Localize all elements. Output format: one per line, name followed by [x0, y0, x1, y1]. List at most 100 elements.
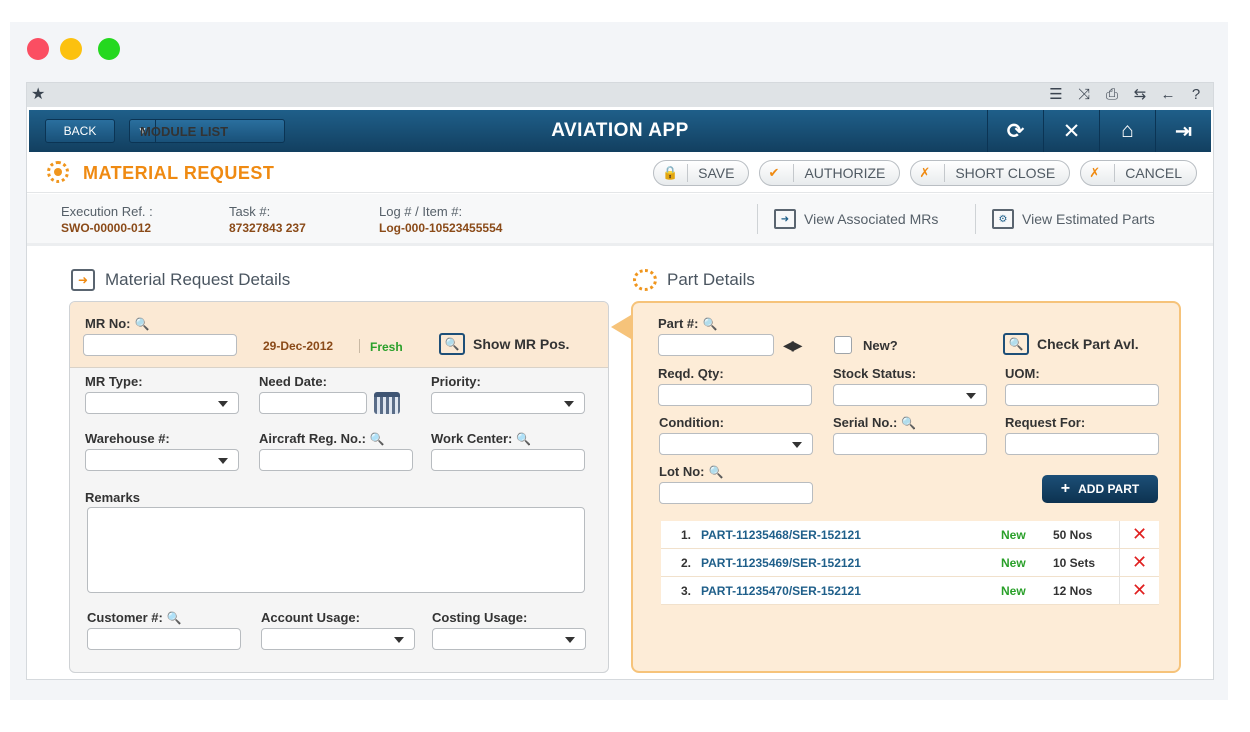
part-index: 1. — [680, 527, 691, 542]
search-icon[interactable]: 🔍 — [167, 611, 182, 625]
customer-label: Customer #: 🔍 — [87, 610, 182, 625]
reqd-qty-label: Reqd. Qty: — [658, 366, 724, 381]
search-icon[interactable]: 🔍 — [135, 317, 150, 331]
need-date-label: Need Date: — [259, 374, 327, 389]
prev-next-arrows-icon[interactable]: ◀▶ — [783, 337, 802, 354]
mr-no-label: MR No: 🔍 — [85, 316, 149, 331]
need-date-input[interactable] — [259, 392, 367, 414]
customer-input[interactable] — [87, 628, 241, 650]
star-icon[interactable]: ★ — [31, 84, 45, 104]
window-maximize-dot[interactable] — [98, 38, 120, 60]
check-avl-label: Check Part Avl. — [1037, 336, 1139, 352]
remarks-textarea[interactable] — [87, 507, 585, 593]
priority-select[interactable] — [431, 392, 585, 414]
save-icon: 🔒 — [662, 164, 689, 182]
condition-select[interactable] — [659, 433, 813, 455]
part-status: New — [1001, 527, 1026, 542]
work-center-input[interactable] — [431, 449, 585, 471]
work-center-label: Work Center: 🔍 — [431, 431, 531, 446]
account-usage-select[interactable] — [261, 628, 415, 650]
execution-ref-value: SWO-00000-012 — [61, 221, 152, 235]
reqd-qty-input[interactable] — [658, 384, 812, 406]
part-qty: 50 Nos — [1053, 527, 1093, 542]
divider — [359, 339, 360, 353]
mr-no-input[interactable] — [83, 334, 237, 356]
arrow-left-icon[interactable]: ← — [1159, 85, 1177, 103]
costing-usage-select[interactable] — [432, 628, 586, 650]
execution-ref: Execution Ref. : SWO-00000-012 — [61, 204, 153, 235]
lot-no-input[interactable] — [659, 482, 813, 504]
search-icon[interactable]: 🔍 — [708, 465, 723, 479]
document-gear-icon: ⚙ — [992, 209, 1014, 229]
print-icon[interactable]: ⎙ — [1103, 85, 1121, 103]
search-icon[interactable]: 🔍 — [702, 317, 717, 331]
delete-icon[interactable]: ✕ — [1119, 577, 1159, 604]
check-part-avl-button[interactable]: 🔍 Check Part Avl. — [1003, 333, 1139, 355]
aircraft-reg-label-text: Aircraft Reg. No.: — [259, 431, 366, 446]
logout-icon[interactable]: ⇥ — [1155, 110, 1211, 152]
task-label: Task #: — [229, 204, 271, 219]
delete-icon[interactable]: ✕ — [1119, 521, 1159, 548]
view-parts-label: View Estimated Parts — [1022, 211, 1155, 227]
uom-label: UOM: — [1005, 366, 1040, 381]
request-for-input[interactable] — [1005, 433, 1159, 455]
plus-icon: + — [1060, 480, 1071, 497]
serial-no-label-text: Serial No.: — [833, 415, 898, 430]
part-section-title-text: Part Details — [667, 270, 755, 289]
part-no-label: Part #: 🔍 — [658, 316, 717, 331]
save-button[interactable]: 🔒 SAVE — [653, 160, 750, 186]
costing-usage-label: Costing Usage: — [432, 610, 528, 625]
show-mr-pos-button[interactable]: 🔍 Show MR Pos. — [439, 333, 569, 355]
work-center-label-text: Work Center: — [431, 431, 513, 446]
view-mrs-label: View Associated MRs — [804, 211, 939, 227]
cancel-icon: ✗ — [1089, 164, 1116, 182]
close-icon[interactable]: ✕ — [1043, 110, 1099, 152]
window-minimize-dot[interactable] — [60, 38, 82, 60]
part-no-input[interactable] — [658, 334, 774, 356]
warehouse-select[interactable] — [85, 449, 239, 471]
search-document-icon: 🔍 — [1003, 333, 1029, 355]
list-item: 1. PART-11235468/SER-152121 New 50 Nos ✕ — [661, 521, 1159, 549]
gear-icon — [633, 269, 657, 291]
title-row: MATERIAL REQUEST 🔒 SAVE ✔ AUTHORIZE ✗ SHORT… — [27, 153, 1213, 193]
part-link[interactable]: PART-11235470/SER-152121 — [701, 584, 1001, 598]
panel-pointer — [611, 315, 631, 339]
part-index: 3. — [680, 583, 691, 598]
serial-no-input[interactable] — [833, 433, 987, 455]
view-associated-mrs-link[interactable]: ➜ View Associated MRs — [757, 204, 938, 234]
repeat-icon[interactable]: ⇆ — [1131, 85, 1149, 103]
delete-icon[interactable]: ✕ — [1119, 549, 1159, 576]
part-link[interactable]: PART-11235469/SER-152121 — [701, 556, 1001, 570]
search-icon[interactable]: 🔍 — [901, 416, 916, 430]
home-icon[interactable]: ⌂ — [1099, 110, 1155, 152]
short-close-button[interactable]: ✗ SHORT CLOSE — [910, 160, 1071, 186]
window-close-dot[interactable] — [27, 38, 49, 60]
help-icon[interactable]: ? — [1187, 85, 1205, 103]
shuffle-icon[interactable]: ⤨ — [1075, 85, 1093, 103]
part-qty: 12 Nos — [1053, 583, 1093, 598]
view-estimated-parts-link[interactable]: ⚙ View Estimated Parts — [975, 204, 1155, 234]
mr-type-select[interactable] — [85, 392, 239, 414]
list-icon[interactable]: ☰ — [1047, 85, 1065, 103]
utility-bar: ★ ☰ ⤨ ⎙ ⇆ ← ? — [27, 83, 1213, 107]
add-part-button[interactable]: + ADD PART — [1042, 475, 1158, 503]
part-link[interactable]: PART-11235468/SER-152121 — [701, 528, 1001, 542]
search-icon[interactable]: 🔍 — [370, 432, 385, 446]
task-info: Task #: 87327843 237 — [229, 204, 306, 235]
part-status: New — [1001, 555, 1026, 570]
mr-no-label-text: MR No: — [85, 316, 131, 331]
aircraft-reg-input[interactable] — [259, 449, 413, 471]
stock-status-select[interactable] — [833, 384, 987, 406]
refresh-icon[interactable]: ⟳ — [987, 110, 1043, 152]
cancel-button[interactable]: ✗ CANCEL — [1080, 160, 1197, 186]
cancel-label: CANCEL — [1125, 165, 1182, 181]
authorize-button[interactable]: ✔ AUTHORIZE — [759, 160, 901, 186]
page-title: MATERIAL REQUEST — [83, 163, 275, 183]
calendar-icon[interactable] — [374, 392, 400, 414]
uom-input[interactable] — [1005, 384, 1159, 406]
mr-section-title-text: Material Request Details — [105, 270, 291, 289]
add-part-label: ADD PART — [1078, 482, 1140, 496]
serial-no-label: Serial No.: 🔍 — [833, 415, 916, 430]
search-icon[interactable]: 🔍 — [516, 432, 531, 446]
new-checkbox[interactable] — [834, 336, 852, 354]
